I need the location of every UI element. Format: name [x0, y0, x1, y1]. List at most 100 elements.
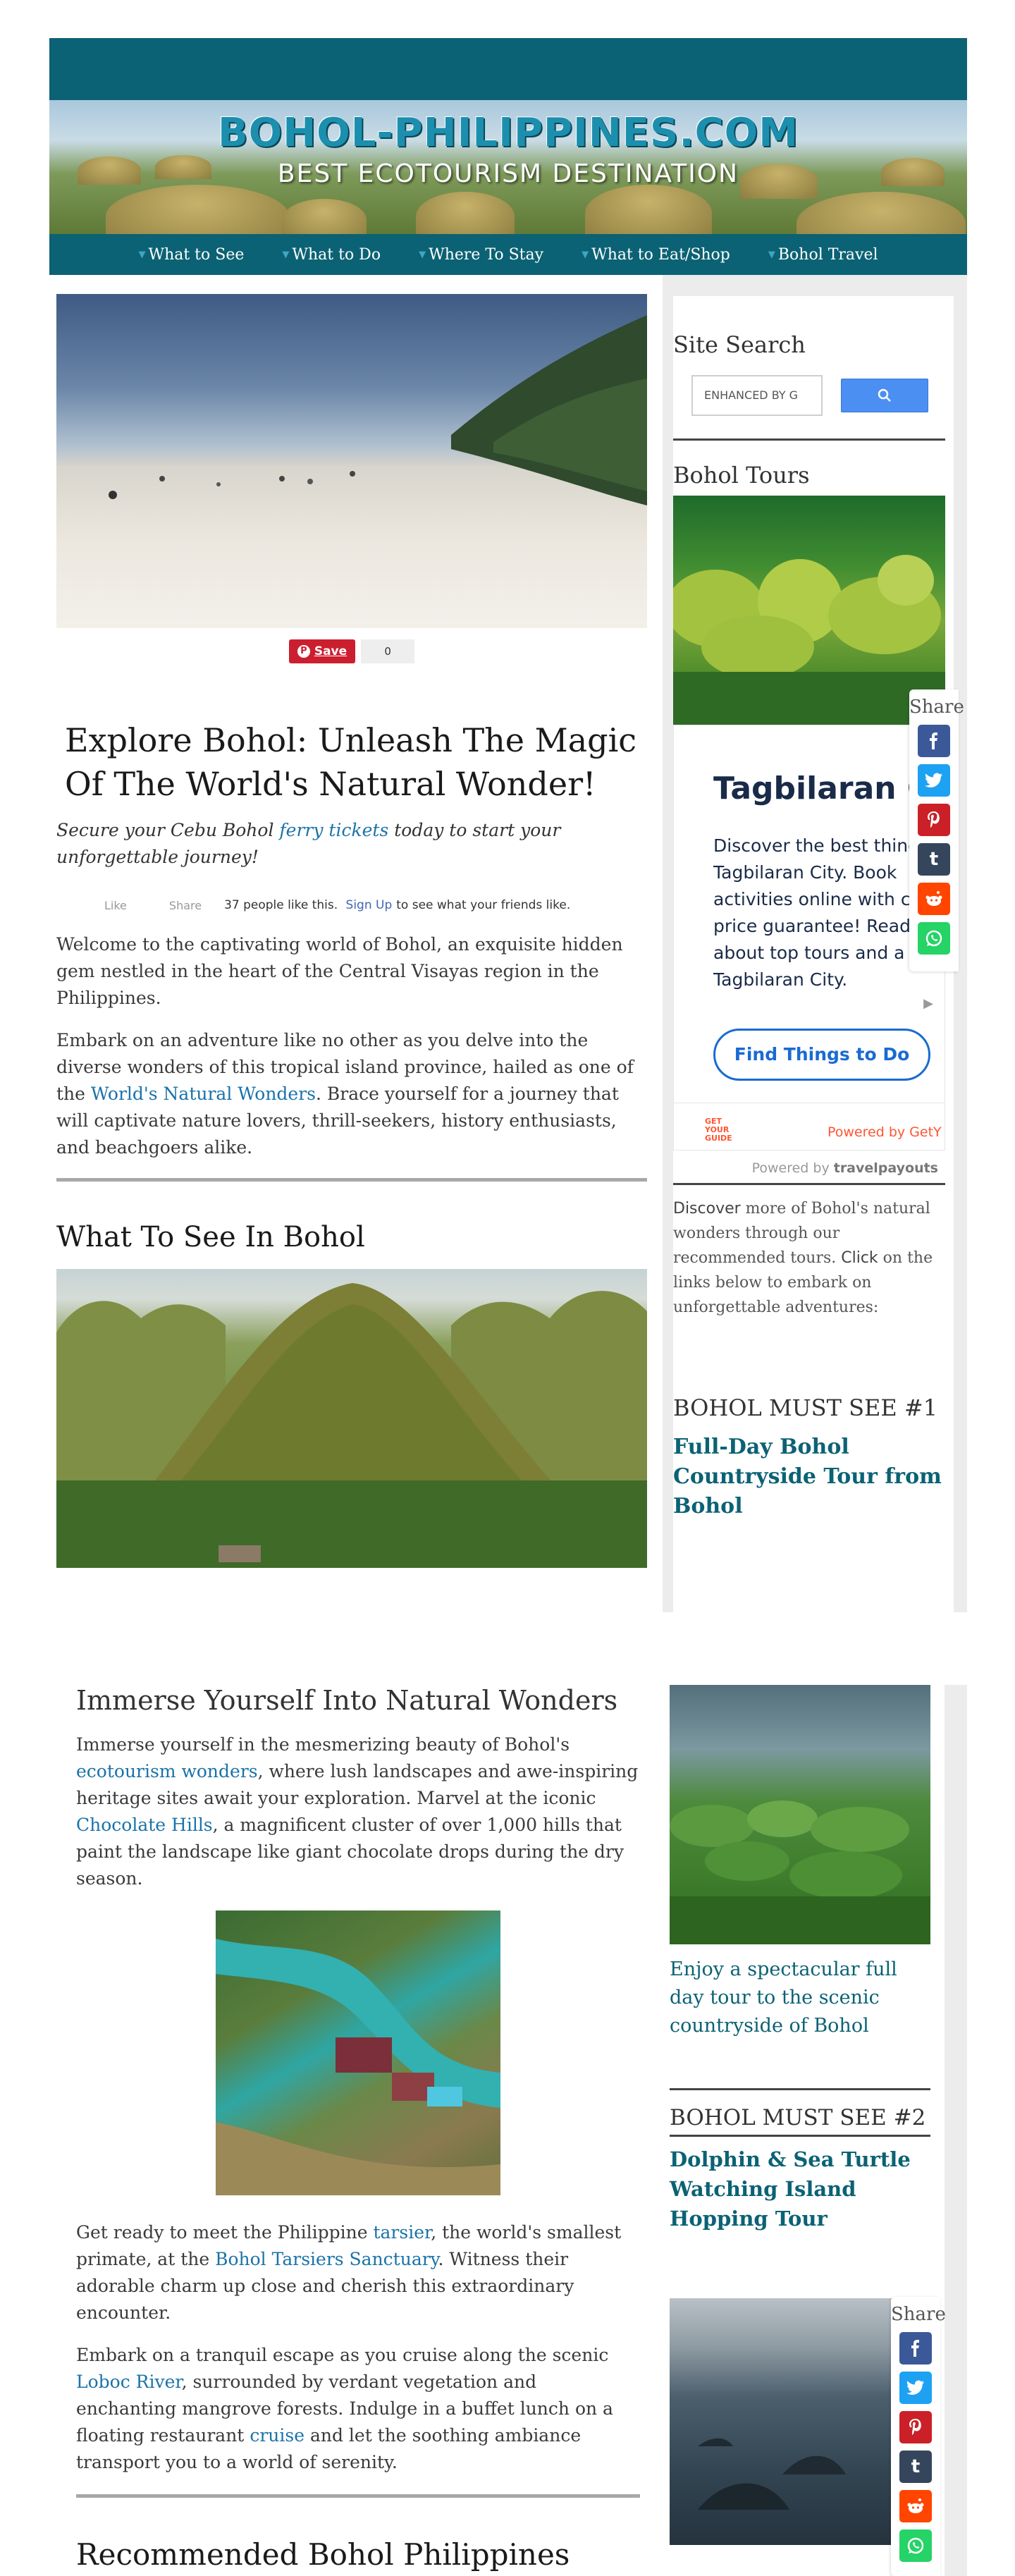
worlds-natural-wonders-link[interactable]: World's Natural Wonders [91, 1084, 316, 1104]
natural-wonders-section: Immerse Yourself Into Natural Wonders Im… [76, 1685, 640, 2576]
main-content: P Save 0 Explore Bohol: Unleash The Magi… [56, 294, 647, 1568]
search-button[interactable] [841, 379, 928, 412]
chevron-down-icon: ▼ [419, 249, 426, 260]
countryside-tour-image[interactable] [670, 1685, 930, 1944]
header-top-bar [49, 38, 967, 100]
p2-text: Get ready to meet the Philippine [76, 2222, 374, 2243]
facebook-like-bar: Like Share 37 people like this. Sign Up t… [56, 895, 647, 916]
getyourguide-widget[interactable]: Tagbilaran C Discover the best thing Tag… [673, 725, 945, 1151]
section-divider [56, 1178, 647, 1182]
nav-label: What to Eat/Shop [591, 245, 730, 264]
must-see-2-title[interactable]: Dolphin & Sea Turtle Watching Island Hop… [670, 2145, 930, 2233]
ecotourism-paragraph: Immerse yourself in the mesmerizing beau… [76, 1731, 640, 1892]
site-header: BOHOL-PHILIPPINES.COM BEST ECOTOURISM DE… [49, 38, 967, 275]
lead-paragraph: Secure your Cebu Bohol ferry tickets tod… [56, 817, 647, 871]
pinterest-save-row: P Save 0 [56, 639, 647, 663]
intro-paragraph: Welcome to the captivating world of Boho… [56, 934, 623, 1008]
twitter-icon[interactable] [899, 2372, 932, 2404]
pinterest-count: 0 [361, 639, 415, 663]
pinterest-save-label: Save [314, 644, 347, 658]
nav-label: What to Do [292, 245, 381, 264]
find-things-to-do-button[interactable]: Find Things to Do [713, 1029, 930, 1081]
facebook-signup-link[interactable]: Sign Up [346, 898, 393, 912]
bohol-tours-title: Bohol Tours [673, 462, 810, 489]
tours-widget-image[interactable] [673, 496, 945, 725]
twitter-icon[interactable] [918, 764, 950, 797]
powered-by-label: Powered by [751, 1160, 830, 1176]
powered-by-getyourguide: Powered by GetY [828, 1124, 942, 1140]
must-see-1-title[interactable]: Full-Day Bohol Countryside Tour from Boh… [673, 1433, 945, 1521]
nav-label: Bohol Travel [777, 245, 878, 264]
site-search-form: ENHANCED BY G [673, 375, 945, 416]
nav-bohol-travel[interactable]: ▼ Bohol Travel [768, 246, 878, 264]
pinterest-icon: P [297, 645, 310, 658]
getyourguide-logo: GET YOUR GUIDE [705, 1117, 732, 1143]
widget-text: Discover the best thing Tagbilaran City.… [713, 835, 927, 990]
nav-what-to-see[interactable]: ▼ What to See [138, 246, 244, 264]
chevron-down-icon: ▼ [582, 249, 589, 260]
header-banner[interactable]: BOHOL-PHILIPPINES.COM BEST ECOTOURISM DE… [49, 100, 967, 234]
reddit-icon[interactable] [918, 883, 950, 915]
site-tagline: BEST ECOTOURISM DESTINATION [277, 159, 739, 188]
nav-what-to-eat-shop[interactable]: ▼ What to Eat/Shop [582, 246, 730, 264]
nav-where-to-stay[interactable]: ▼ Where To Stay [419, 246, 543, 264]
cruise-link[interactable]: cruise [250, 2425, 304, 2446]
facebook-icon[interactable] [899, 2332, 932, 2365]
sidebar-divider [673, 1183, 945, 1185]
logo-line: GUIDE [705, 1134, 732, 1143]
discover-text: Discover more of Bohol's natural wonders… [673, 1196, 945, 1320]
travelpayouts-credit[interactable]: Powered by travelpayouts [673, 1160, 945, 1176]
sidebar-divider [670, 2088, 930, 2090]
pinterest-icon[interactable] [918, 804, 950, 836]
share-label: Share [909, 697, 964, 718]
search-icon [878, 388, 891, 402]
chevron-down-icon: ▼ [768, 249, 775, 260]
p3-text: Embark on a tranquil escape as you cruis… [76, 2345, 609, 2365]
share-bar: Share t [909, 689, 964, 971]
reddit-icon[interactable] [899, 2490, 932, 2522]
nav-what-to-do[interactable]: ▼ What to Do [282, 246, 381, 264]
discover-word: Discover [673, 1200, 741, 1218]
main-nav: ▼ What to See ▼ What to Do ▼ Where To Stay … [49, 234, 967, 275]
whatsapp-icon[interactable] [918, 922, 950, 955]
adventure-paragraph: Embark on an adventure like no other as … [56, 1027, 647, 1161]
sidebar-divider [670, 2135, 930, 2137]
ferry-tickets-link[interactable]: ferry tickets [279, 820, 388, 840]
p1-text: Immerse yourself in the mesmerizing beau… [76, 1734, 570, 1755]
page-title: Explore Bohol: Unleash The Magic Of The … [65, 721, 637, 803]
section-heading-what-to-see: What To See In Bohol [56, 1221, 365, 1253]
signup-suffix: to see what your friends like. [396, 898, 571, 912]
whatsapp-icon[interactable] [899, 2529, 932, 2562]
chocolate-hills-link[interactable]: Chocolate Hills [76, 1815, 213, 1835]
countryside-tour-caption[interactable]: Enjoy a spectacular full day tour to the… [670, 1956, 930, 2040]
pinterest-icon[interactable] [899, 2411, 932, 2443]
play-icon[interactable]: ▶ [923, 996, 933, 1011]
chocolate-hills-image [56, 1269, 647, 1568]
share-bar: Share t [891, 2297, 946, 2576]
loboc-river-link[interactable]: Loboc River [76, 2372, 182, 2392]
lead-text: Secure your Cebu Bohol [56, 820, 280, 840]
section-heading-natural-wonders: Immerse Yourself Into Natural Wonders [76, 1685, 618, 1716]
like-count-text: 37 people like this. [224, 898, 338, 912]
search-input[interactable]: ENHANCED BY G [691, 375, 823, 416]
facebook-share-button[interactable]: Share [169, 899, 202, 912]
section-heading-recommended-tours: Recommended Bohol Philippines Tours [76, 2537, 570, 2576]
facebook-like-count: 37 people like this. Sign Up to see what … [224, 898, 570, 912]
facebook-icon[interactable] [918, 725, 950, 757]
must-see-2-label: BOHOL MUST SEE #2 [670, 2105, 926, 2130]
tumblr-icon[interactable]: t [899, 2451, 932, 2483]
tarsier-paragraph: Get ready to meet the Philippine tarsier… [76, 2219, 640, 2326]
tarsier-link[interactable]: tarsier [373, 2222, 431, 2243]
loboc-river-aerial-image [216, 1910, 500, 2195]
nav-label: What to See [148, 245, 245, 264]
pinterest-save-button[interactable]: P Save [288, 639, 356, 663]
tumblr-icon[interactable]: t [918, 843, 950, 876]
sidebar-divider [673, 438, 945, 441]
chevron-down-icon: ▼ [282, 249, 290, 260]
must-see-1-label: BOHOL MUST SEE #1 [673, 1394, 938, 1421]
site-search-title: Site Search [673, 331, 806, 358]
facebook-like-button[interactable]: Like [104, 899, 127, 912]
site-title[interactable]: BOHOL-PHILIPPINES.COM [49, 110, 967, 156]
tarsiers-sanctuary-link[interactable]: Bohol Tarsiers Sanctuary [215, 2249, 438, 2269]
ecotourism-wonders-link[interactable]: ecotourism wonders [76, 1761, 258, 1781]
